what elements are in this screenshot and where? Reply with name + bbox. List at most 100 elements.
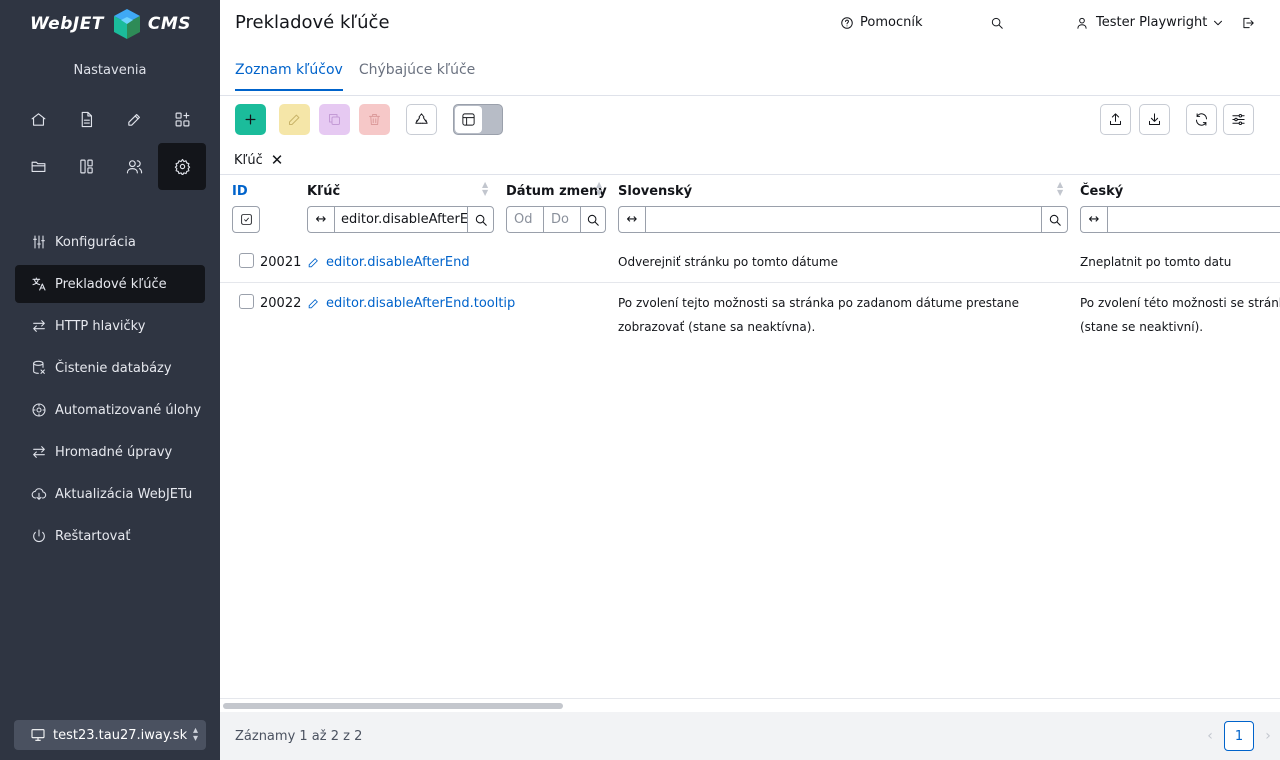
help-link[interactable]: Pomocník [840, 15, 922, 30]
page-title: Prekladové kľúče [235, 12, 390, 33]
prev-page-icon[interactable]: ‹ [1200, 728, 1220, 744]
column-header-slovensky[interactable]: Slovenský [618, 184, 692, 199]
tab-zoznam-klucov[interactable]: Zoznam kľúčov [235, 62, 343, 91]
column-header-cesky[interactable]: Český [1080, 184, 1123, 199]
webjet-logo[interactable]: WebJET CMS [30, 8, 191, 40]
sort-icon: ▲ ▼ [1057, 180, 1064, 197]
row-key-link[interactable]: editor.disableAfterEnd.tooltip [307, 296, 515, 311]
row-cesky-line1: Po zvolení této možnosti se stránka [1080, 296, 1280, 310]
users-icon[interactable] [110, 143, 158, 190]
sort-icon: ▲ ▼ [596, 180, 603, 197]
row-key-text: editor.disableAfterEnd [326, 255, 470, 270]
tab-chybajuce-kluce[interactable]: Chýbajúce kľúče [359, 62, 475, 91]
folder-icon[interactable] [14, 143, 62, 190]
column-header-id[interactable]: ID [232, 184, 248, 199]
document-icon[interactable] [62, 96, 110, 143]
search-icon [991, 17, 1003, 29]
search-button[interactable] [990, 16, 1004, 34]
slovensky-filter-search-button[interactable] [1041, 207, 1067, 232]
sidebar: WebJET CMS Nastavenia Konfigurácia Prekl… [0, 0, 220, 760]
layout-icon[interactable] [62, 143, 110, 190]
recycle-icon [415, 113, 428, 124]
records-info: Záznamy 1 až 2 z 2 [235, 729, 363, 744]
row-checkbox[interactable] [239, 294, 254, 309]
date-filter-search-button[interactable] [581, 207, 605, 232]
help-circle-icon [841, 16, 853, 29]
filter-mode-button[interactable]: ↔ [308, 207, 335, 232]
column-header-key[interactable]: Kľúč [307, 184, 340, 199]
menu-item-prekladove-kluce[interactable]: Prekladové kľúče [15, 265, 205, 303]
user-icon [1077, 17, 1087, 29]
close-icon[interactable]: ✕ [271, 151, 284, 169]
arrows-swap-icon [33, 446, 45, 458]
menu-item-konfiguracia[interactable]: Konfigurácia [15, 223, 205, 261]
filter-mode-button[interactable]: ↔ [1081, 207, 1108, 232]
user-menu[interactable]: Tester Playwright [1075, 15, 1225, 30]
edit-button[interactable] [279, 104, 310, 135]
active-filter-chip[interactable]: Kľúč ✕ [234, 151, 283, 169]
pagination: ‹ 1 › [1200, 721, 1278, 751]
key-filter-search-button[interactable] [467, 207, 493, 232]
filter-mode-button[interactable]: ↔ [619, 207, 646, 232]
row-checkbox[interactable] [239, 253, 254, 268]
pencil-icon [289, 114, 300, 125]
reload-button[interactable] [1186, 104, 1217, 135]
section-title: Nastavenia [73, 63, 147, 78]
toolbar [220, 97, 1280, 141]
settings-sliders-icon [1232, 114, 1245, 125]
row-cesky: Zneplatnit po tomto datu [1080, 255, 1232, 269]
settings-menu: Konfigurácia Prekladové kľúče HTTP hlavi… [15, 223, 205, 559]
upload-icon [1110, 113, 1121, 125]
delete-button[interactable] [359, 104, 390, 135]
menu-item-restartovat[interactable]: Reštartovať [15, 517, 205, 555]
column-settings-button[interactable] [1223, 104, 1254, 135]
search-icon [475, 214, 487, 226]
column-header-date[interactable]: Dátum zmeny [506, 184, 607, 199]
recycle-button[interactable] [406, 104, 437, 135]
add-button[interactable] [235, 104, 266, 135]
arrows-swap-icon [33, 320, 45, 332]
date-from-input[interactable]: Od [507, 207, 544, 232]
export-button[interactable] [1100, 104, 1131, 135]
table-view-toggle[interactable] [453, 104, 503, 135]
check-square-icon [240, 214, 252, 225]
domain-select[interactable]: test23.tau27.iway.sk ▴ ▾ [14, 720, 206, 750]
table-row[interactable]: 20021 editor.disableAfterEnd Odverejniť … [220, 242, 1280, 283]
module-icon-grid [14, 96, 206, 190]
header: Prekladové kľúče Pomocník Tester Playwri… [220, 0, 1280, 96]
import-button[interactable] [1139, 104, 1170, 135]
sort-icon: ▲ ▼ [482, 180, 489, 197]
slovensky-filter: ↔ [618, 206, 1068, 233]
select-all-button[interactable] [232, 206, 260, 233]
row-key-link[interactable]: editor.disableAfterEnd [307, 255, 470, 270]
table-icon [462, 113, 475, 126]
cloud-download-icon [31, 488, 47, 500]
scrollbar-thumb[interactable] [223, 703, 563, 709]
key-filter-input[interactable]: editor.disableAfterEnd [335, 212, 467, 227]
menu-item-aktualizacia-webjetu[interactable]: Aktualizácia WebJETu [15, 475, 205, 513]
table-row[interactable]: 20022 editor.disableAfterEnd.tooltip Po … [220, 283, 1280, 347]
help-label: Pomocník [860, 15, 923, 30]
pencil-square-icon[interactable] [110, 96, 158, 143]
menu-item-http-hlavicky[interactable]: HTTP hlavičky [15, 307, 205, 345]
next-page-icon[interactable]: › [1258, 728, 1278, 744]
horizontal-scrollbar[interactable] [220, 698, 1280, 712]
plus-icon [245, 114, 256, 125]
trash-icon [369, 114, 380, 125]
row-cesky-line2: (stane se neaktivní). [1080, 320, 1204, 334]
page-button[interactable]: 1 [1224, 721, 1254, 751]
date-filter: Od Do [506, 206, 606, 233]
apps-icon[interactable] [158, 96, 206, 143]
table-footer: Záznamy 1 až 2 z 2 ‹ 1 › [220, 712, 1280, 760]
date-to-input[interactable]: Do [544, 207, 581, 232]
key-filter: ↔ editor.disableAfterEnd [307, 206, 494, 233]
home-icon[interactable] [14, 96, 62, 143]
power-icon [33, 529, 45, 543]
logout-button[interactable] [1241, 16, 1255, 34]
duplicate-button[interactable] [319, 104, 350, 135]
monitor-icon [31, 729, 45, 741]
menu-item-cistenie-databazy[interactable]: Čistenie databázy [15, 349, 205, 387]
menu-item-automatizovane-ulohy[interactable]: Automatizované úlohy [15, 391, 205, 429]
menu-item-hromadne-upravy[interactable]: Hromadné úpravy [15, 433, 205, 471]
settings-gear-icon[interactable] [158, 143, 206, 190]
